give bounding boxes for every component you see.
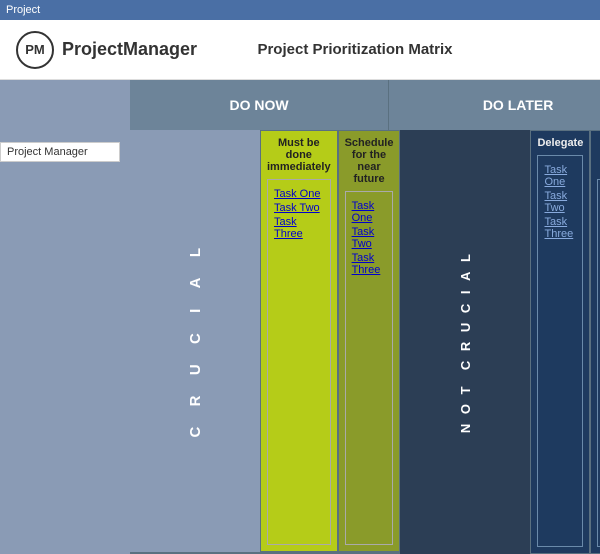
cell-notcrucial-now-header: Delegate <box>537 137 583 149</box>
task-link[interactable]: Task Three <box>544 216 576 240</box>
task-link[interactable]: Task Two <box>274 202 324 214</box>
task-link[interactable]: Task One <box>352 200 387 224</box>
top-bar: Project <box>0 0 600 20</box>
cell-notcrucial-later: Delete or move Task One Task Two Task Th… <box>590 130 600 554</box>
sidebar: Project Manager <box>0 80 130 554</box>
cell-notcrucial-now-content: Task One Task Two Task Three <box>537 155 583 547</box>
sidebar-item-project-manager[interactable]: Project Manager <box>0 142 120 162</box>
task-link[interactable]: Task Three <box>352 252 387 276</box>
cell-crucial-now-header: Must be done immediately <box>267 137 331 173</box>
cell-crucial-now: Must be done immediately Task One Task T… <box>260 130 338 552</box>
matrix-row-notcrucial: Delegate Task One Task Two Task Three De… <box>530 130 600 554</box>
header-left: PM ProjectManager <box>16 31 146 69</box>
pm-logo: PM <box>16 31 54 69</box>
col-header-do-now: DO NOW <box>130 80 389 130</box>
task-link[interactable]: Task One <box>274 188 324 200</box>
col-header-do-later: DO LATER <box>389 80 600 130</box>
matrix-wrapper: DO NOW DO LATER C R U C I A L Must be do… <box>130 80 600 554</box>
logo-text: PM <box>25 42 45 57</box>
row-notcrucial: N O T C R U C I A L Delegate Task One Ta… <box>400 130 600 554</box>
task-link[interactable]: Task Two <box>352 226 387 250</box>
matrix-col-headers: DO NOW DO LATER <box>130 80 600 130</box>
cell-crucial-later: Schedule for the near future Task One Ta… <box>338 130 401 552</box>
cell-crucial-later-header: Schedule for the near future <box>345 137 394 185</box>
matrix-body: C R U C I A L Must be done immediately T… <box>130 130 600 554</box>
row-crucial: C R U C I A L Must be done immediately T… <box>130 130 400 554</box>
task-link[interactable]: Task One <box>544 164 576 188</box>
row-label-crucial: C R U C I A L <box>130 130 260 552</box>
matrix-row-crucial: Must be done immediately Task One Task T… <box>260 130 400 552</box>
cell-notcrucial-now: Delegate Task One Task Two Task Three <box>530 130 590 554</box>
row-label-notcrucial: N O T C R U C I A L <box>400 130 530 554</box>
sidebar-spacer <box>0 80 130 142</box>
page-title: Project Prioritization Matrix <box>146 41 584 58</box>
task-link[interactable]: Task Two <box>544 190 576 214</box>
top-bar-label: Project <box>6 4 40 16</box>
cell-crucial-later-content: Task One Task Two Task Three <box>345 191 394 545</box>
header: PM ProjectManager Project Prioritization… <box>0 20 600 80</box>
cell-crucial-now-content: Task One Task Two Task Three <box>267 179 331 545</box>
task-link[interactable]: Task Three <box>274 216 324 240</box>
main-content: Project Manager DO NOW DO LATER C R U C … <box>0 80 600 554</box>
